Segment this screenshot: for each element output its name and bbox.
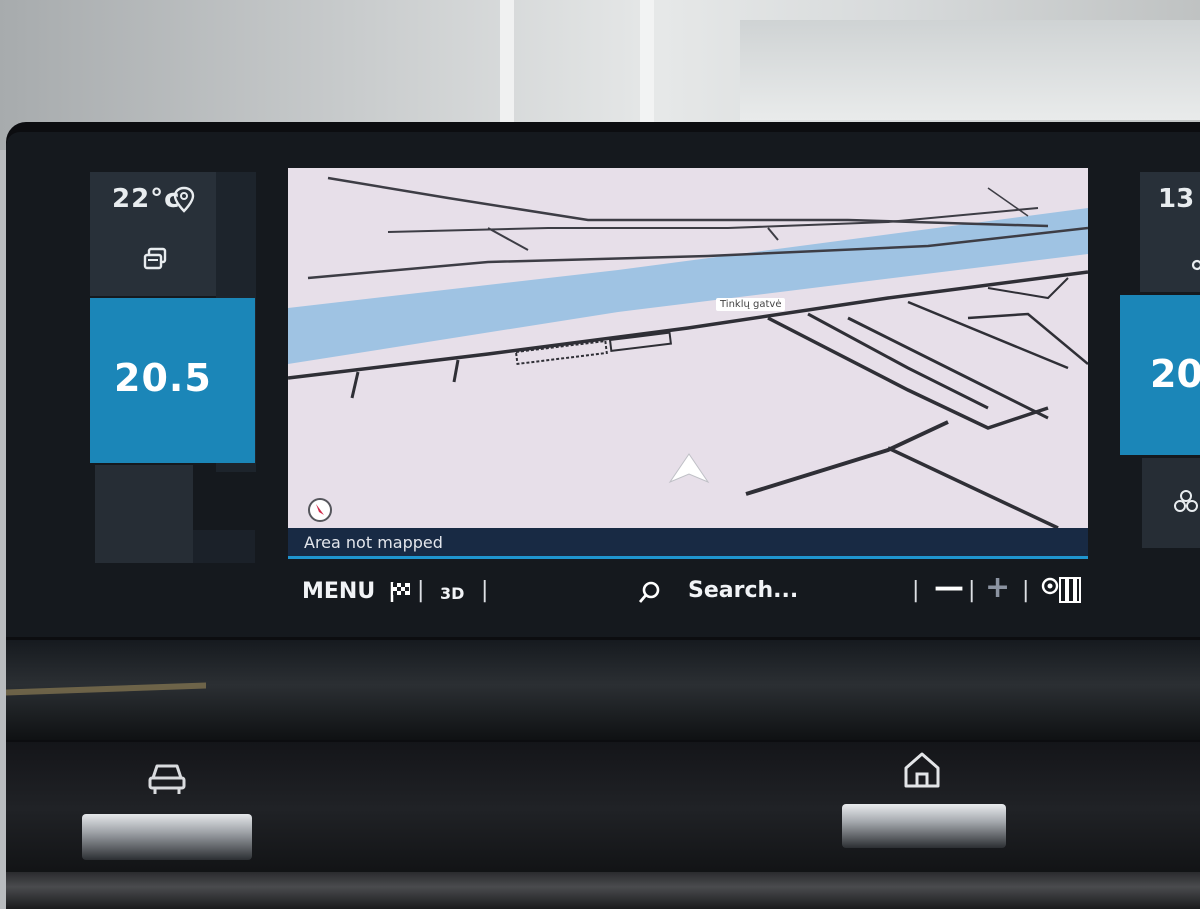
- map-street: [487, 227, 529, 251]
- street-name-label: Tinklų gatvė: [716, 298, 786, 311]
- zoom-in-button[interactable]: +: [985, 570, 1010, 605]
- toolbar-separator: |: [417, 578, 425, 603]
- fan-icon[interactable]: [1172, 488, 1200, 516]
- left-set-temperature: 20.5: [114, 356, 212, 400]
- car-icon[interactable]: [145, 758, 189, 798]
- map-street: [350, 371, 360, 399]
- toolbar-separator: |: [481, 578, 489, 603]
- toolbar-separator: |: [912, 578, 920, 603]
- toolbar-separator: |: [968, 578, 976, 603]
- map-street: [967, 312, 1088, 365]
- background-pillar: [640, 0, 654, 125]
- map-street: [767, 316, 1049, 430]
- right-top-value: 13: [1158, 184, 1195, 214]
- toolbar-separator: |: [1022, 578, 1030, 603]
- traffic-icon[interactable]: [1036, 574, 1082, 606]
- view-3d-button[interactable]: 3D: [440, 584, 464, 603]
- zoom-out-button[interactable]: —: [934, 570, 964, 605]
- outside-temperature: 22°c: [112, 184, 181, 214]
- search-button[interactable]: Search...: [688, 578, 798, 603]
- settings-icon[interactable]: [1186, 257, 1200, 273]
- position-arrow-icon: [668, 453, 710, 484]
- recirculation-icon[interactable]: [142, 246, 168, 272]
- background-window: [740, 20, 1200, 120]
- map-street: [767, 227, 779, 241]
- location-pin-icon: [173, 186, 195, 213]
- home-icon[interactable]: [900, 748, 944, 792]
- map-street: [847, 316, 1049, 420]
- compass-icon[interactable]: [307, 497, 333, 523]
- search-icon[interactable]: [636, 580, 662, 606]
- left-panel-lower-tile[interactable]: [95, 465, 193, 563]
- map-street: [907, 300, 1069, 370]
- map-street: [887, 446, 1059, 528]
- map-street: [452, 359, 460, 383]
- map-status-bar: Area not mapped: [288, 528, 1088, 559]
- bottom-trim: [6, 872, 1200, 909]
- map-street: [745, 420, 949, 496]
- vehicle-physical-button[interactable]: [82, 814, 252, 860]
- checkered-flag-icon[interactable]: [390, 581, 412, 603]
- map-street: [807, 312, 989, 410]
- dashboard-trim: [6, 640, 1200, 740]
- background-pillar: [500, 0, 514, 125]
- menu-button[interactable]: MENU: [302, 579, 375, 604]
- map-street: [327, 176, 1049, 228]
- home-physical-button[interactable]: [842, 804, 1006, 848]
- map-status-text: Area not mapped: [304, 533, 443, 552]
- left-panel-lower-tile-small: [193, 530, 255, 563]
- right-set-temperature: 20: [1150, 352, 1200, 396]
